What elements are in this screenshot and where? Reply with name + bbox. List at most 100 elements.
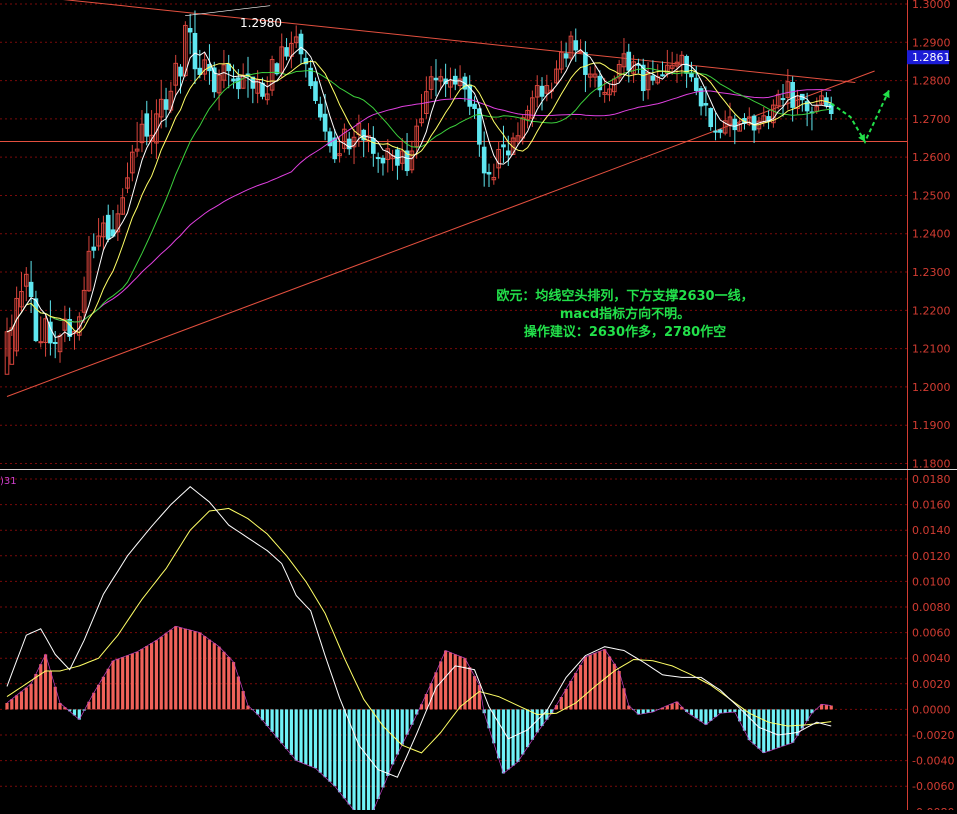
macd-bar-positive	[140, 648, 144, 710]
candle-down	[626, 51, 632, 71]
macd-bar-positive	[448, 652, 453, 710]
candle-down	[144, 113, 150, 137]
candle-down	[563, 53, 569, 59]
candle-down	[780, 98, 786, 101]
macd-tick-label: 0.0140	[912, 524, 951, 537]
macd-bar-negative	[337, 709, 342, 793]
price-tick-label: 1.2400	[912, 228, 951, 241]
price-tick-label: 1.2500	[912, 189, 951, 202]
macd-bar-positive	[10, 699, 14, 710]
forex-chart: 1.3000 1.2900 1.2800 1.2700 1.2600 1.2500 1.24…	[0, 0, 957, 814]
macd-tick-label: 0.0120	[912, 550, 951, 563]
candle-down	[703, 103, 709, 106]
candle-down	[718, 129, 723, 133]
macd-bar-positive	[207, 639, 212, 710]
macd-bar-negative	[800, 709, 804, 729]
candle-down	[573, 40, 579, 51]
candle-down	[486, 171, 492, 175]
macd-bar-negative	[289, 709, 293, 755]
macd-bar-negative	[641, 709, 645, 714]
macd-bar-negative	[400, 709, 404, 745]
macd-bar-negative	[352, 709, 356, 811]
price-tick-label: 1.2700	[912, 113, 951, 126]
macd-bar-negative	[699, 709, 703, 722]
macd-bar-negative	[362, 709, 366, 811]
macd-bar-positive	[227, 656, 231, 710]
macd-bar-negative	[497, 709, 501, 759]
macd-bar-negative	[762, 709, 766, 753]
macd-bar-negative	[304, 709, 308, 765]
macd-tick-label: 0.0080	[912, 601, 951, 614]
candle-down	[380, 157, 386, 164]
chart-stage: 1.3000 1.2900 1.2800 1.2700 1.2600 1.2500 1.24…	[0, 0, 957, 814]
macd-bar-positive	[174, 626, 178, 710]
candle-down	[481, 146, 487, 174]
macd-bar-positive	[231, 662, 236, 710]
macd-bar-positive	[607, 656, 612, 710]
candle-down	[52, 341, 58, 344]
candle-down	[371, 137, 376, 154]
macd-bar-positive	[130, 653, 134, 710]
candle-down	[708, 108, 714, 128]
macd-bar-positive	[212, 643, 216, 710]
macd-bar-negative	[386, 709, 390, 776]
macd-bar-negative	[704, 709, 708, 725]
price-tick-label: 1.2800	[912, 75, 951, 88]
macd-bar-positive	[159, 636, 163, 710]
macd-bar-negative	[516, 709, 520, 762]
candle-down	[322, 113, 328, 132]
macd-bar-negative	[501, 709, 506, 774]
macd-bar-positive	[164, 633, 168, 710]
macd-bar-positive	[48, 670, 52, 710]
macd-bar-negative	[771, 709, 775, 750]
macd-bar-negative	[506, 709, 510, 770]
candle-down	[732, 118, 738, 131]
macd-tick-label: 0.0040	[912, 652, 951, 665]
macd-bar-positive	[106, 668, 110, 710]
macd-bar-positive	[154, 640, 159, 710]
macd-bar-negative	[270, 709, 274, 732]
macd-tick-label: 0.0020	[912, 678, 951, 691]
candle-down	[313, 81, 318, 101]
macd-bar-positive	[121, 657, 125, 710]
candle-down	[505, 150, 511, 156]
macd-bar-negative	[405, 709, 409, 735]
candle-down	[33, 298, 39, 342]
macd-bar-positive	[824, 704, 828, 710]
candle-down	[236, 77, 241, 90]
macd-bar-negative	[371, 709, 375, 811]
macd-bar-positive	[96, 684, 101, 710]
macd-bar-positive	[203, 636, 207, 710]
macd-bar-negative	[776, 709, 780, 748]
macd-bar-positive	[150, 643, 154, 710]
macd-bar-positive	[15, 695, 19, 710]
candle-down	[751, 115, 757, 131]
macd-bar-negative	[376, 709, 380, 799]
macd-bar-positive	[193, 631, 197, 710]
macd-tick-label: -0.0080	[912, 806, 954, 810]
price-tick-label: 1.2300	[912, 266, 951, 279]
macd-bar-negative	[694, 709, 698, 719]
macd-bar-negative	[723, 709, 727, 713]
macd-bar-positive	[593, 653, 597, 710]
candle-down	[318, 103, 323, 118]
macd-bar-negative	[718, 709, 722, 714]
price-tick-label: 1.1800	[912, 457, 951, 470]
macd-bar-positive	[477, 685, 481, 710]
macd-bar-negative	[280, 709, 284, 744]
macd-bar-positive	[145, 646, 149, 710]
macd-bar-positive	[29, 683, 33, 710]
candle-down	[105, 214, 111, 240]
candle-down	[231, 78, 236, 82]
macd-bar-positive	[135, 651, 139, 710]
price-tick-label: 1.2000	[912, 381, 951, 394]
macd-bar-positive	[39, 664, 43, 710]
macd-bar-negative	[395, 709, 400, 755]
macd-bar-positive	[183, 628, 187, 710]
macd-bar-negative	[333, 709, 337, 787]
macd-bar-negative	[781, 709, 785, 747]
candle-up	[38, 341, 44, 344]
macd-bar-negative	[381, 709, 385, 788]
macd-bar-positive	[188, 630, 192, 710]
macd-bar-positive	[222, 651, 226, 710]
